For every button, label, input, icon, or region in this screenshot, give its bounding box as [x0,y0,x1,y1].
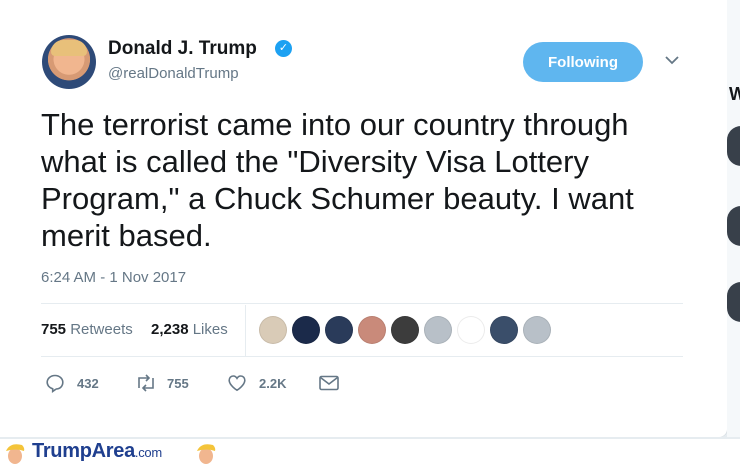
divider [41,303,683,304]
likes-label: Likes [192,321,228,338]
brand-suffix: .com [134,445,162,460]
liker-avatar[interactable] [292,316,320,344]
side-panel-avatar[interactable] [727,126,740,166]
reply-icon [46,374,64,393]
brand-logo: TrumpArea.com [32,440,162,463]
like-action[interactable]: 2.2K [227,373,297,393]
retweets-stat[interactable]: 755 Retweets [41,321,133,338]
retweets-count: 755 [41,321,67,338]
liker-avatar[interactable] [259,316,287,344]
retweet-icon [138,374,154,392]
divider [41,356,683,357]
side-panel-avatar[interactable] [727,206,740,246]
chevron-down-icon[interactable] [664,54,680,66]
liker-avatar[interactable] [523,316,551,344]
author-handle[interactable]: @realDonaldTrump [108,65,239,82]
liker-avatar[interactable] [424,316,452,344]
liker-avatar[interactable] [490,316,518,344]
following-button[interactable]: Following [523,42,643,82]
stats-separator [245,305,246,356]
side-panel-avatar[interactable] [727,282,740,322]
likes-count: 2,238 [151,321,189,338]
brand-name: TrumpArea [32,440,135,462]
likes-stat[interactable]: 2,238 Likes [151,321,228,338]
envelope-icon [319,375,339,391]
direct-message-action[interactable] [318,373,340,393]
liker-avatar[interactable] [325,316,353,344]
author-name[interactable]: Donald J. Trump [108,38,257,60]
trump-head-logo-icon [6,444,25,464]
retweets-label: Retweets [70,321,133,338]
liker-avatar[interactable] [391,316,419,344]
author-avatar[interactable] [42,35,96,89]
retweet-count: 755 [167,376,189,391]
liker-avatar[interactable] [358,316,386,344]
side-panel: W [727,0,740,437]
reply-count: 432 [77,376,99,391]
liker-avatar[interactable] [457,316,485,344]
tweet-card: Donald J. Trump ✓ @realDonaldTrump Follo… [0,0,727,437]
reply-action[interactable]: 432 [45,373,115,393]
retweet-action[interactable]: 755 [135,373,205,393]
trump-head-logo-icon [197,444,216,464]
heart-icon [228,375,246,392]
tweet-text: The terrorist came into our country thro… [41,107,634,253]
watermark-footer: TrumpArea.com [0,439,740,466]
tweet-timestamp[interactable]: 6:24 AM - 1 Nov 2017 [41,269,186,286]
like-count: 2.2K [259,376,287,391]
verified-badge-icon: ✓ [275,40,292,57]
side-panel-heading-fragment: W [729,84,740,104]
